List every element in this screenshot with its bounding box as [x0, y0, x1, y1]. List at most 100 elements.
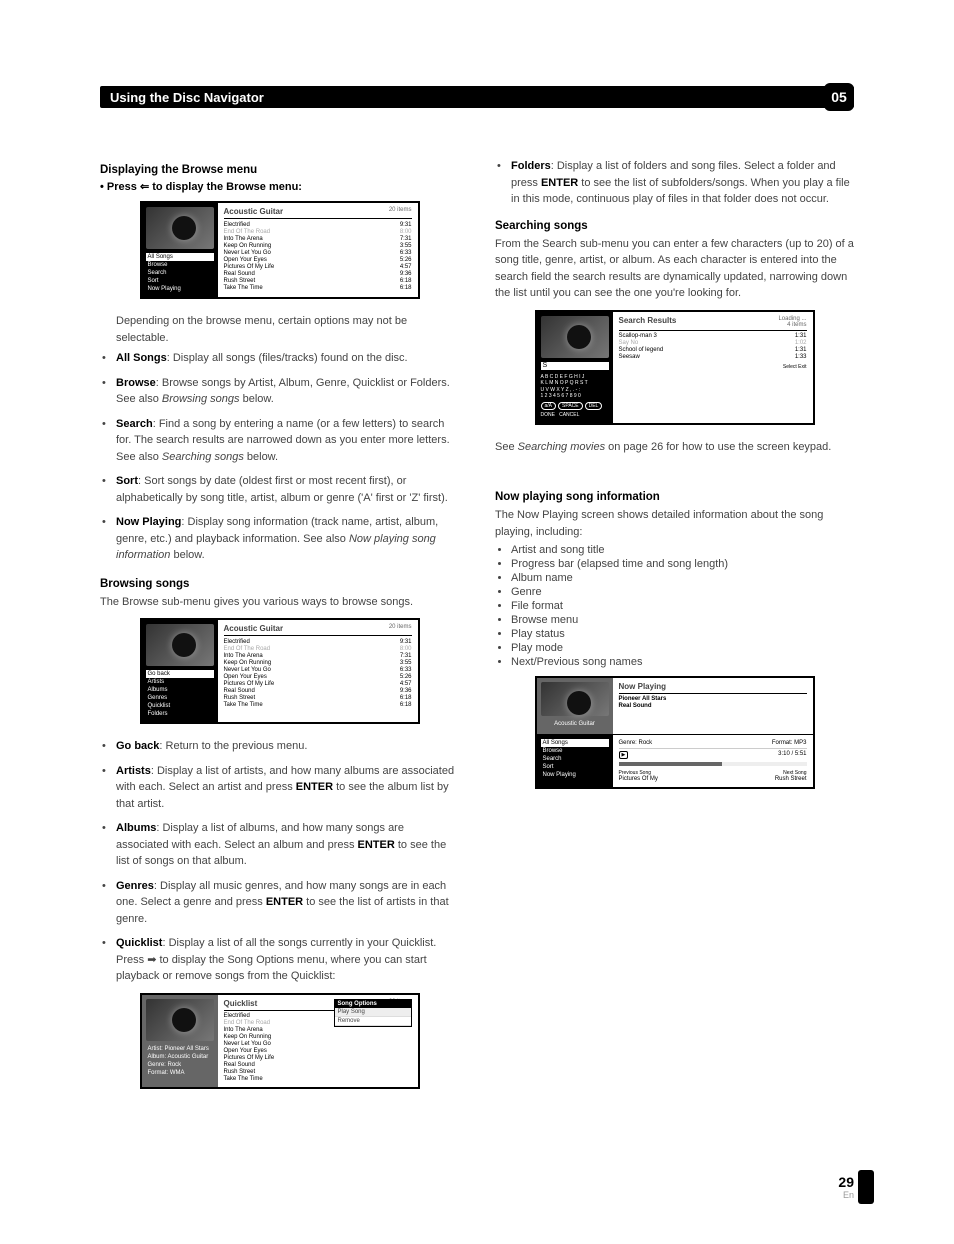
chapter-number: 05 — [824, 83, 854, 111]
song-row: Real Sound9:36 — [224, 687, 412, 694]
side-folders: Folders — [146, 710, 214, 718]
np-item: Genre — [511, 586, 854, 598]
kb-del-btn: DEL — [585, 402, 603, 411]
opt-search: Search: Find a song by entering a name (… — [106, 416, 459, 466]
step-press-post: to display the Browse menu: — [149, 181, 302, 193]
browsing-count: 20 items — [389, 624, 412, 633]
browsing-sub-screenshot: Go back Artists Albums Genres Quicklist … — [140, 618, 420, 724]
np-item: Progress bar (elapsed time and song leng… — [511, 558, 854, 570]
section-now-playing-info: Now playing song information — [495, 491, 854, 503]
np-item: Play mode — [511, 642, 854, 654]
content-columns: Displaying the Browse menu • Press ⇐ to … — [100, 158, 854, 1103]
np-item: Play status — [511, 628, 854, 640]
np-album-caption: Acoustic Guitar — [541, 720, 609, 728]
search-input-box: S — [541, 362, 609, 370]
chapter-bar: Using the Disc Navigator 05 — [100, 86, 854, 108]
step-press-browse: • Press ⇐ to display the Browse menu: — [100, 180, 459, 193]
opt-browse: Browse: Browse songs by Artist, Album, G… — [106, 375, 459, 408]
play-status-icon: ▶ — [619, 751, 629, 759]
side-now-playing: Now Playing — [146, 285, 214, 293]
np-side-browse: Browse — [541, 747, 609, 755]
opt-go-back: Go back: Return to the previous menu. — [106, 738, 459, 755]
browsing-main: Acoustic Guitar 20 items Electrified9:31… — [218, 620, 418, 722]
song-row: Rush Street — [224, 1069, 412, 1076]
song-row: Real Sound9:36 — [224, 270, 412, 277]
result-row: Say No1:02 — [619, 340, 807, 347]
side-quicklist: Quicklist — [146, 702, 214, 710]
side-meta: Album: Acoustic Guitar — [146, 1053, 214, 1061]
np-item: Album name — [511, 572, 854, 584]
side-meta: Format: WMA — [146, 1069, 214, 1077]
album-art-icon — [146, 999, 214, 1041]
search-title: Search Results — [619, 316, 677, 328]
browse-count: 20 items — [389, 207, 412, 216]
opt-folders: Folders: Display a list of folders and s… — [501, 158, 854, 208]
song-row: Into The Arena7:31 — [224, 652, 412, 659]
side-sort: Sort — [146, 277, 214, 285]
np-side-top: Acoustic Guitar — [537, 678, 613, 734]
album-art-icon — [541, 682, 609, 716]
kb-case-btn: a/A — [541, 402, 557, 411]
np-item: Browse menu — [511, 614, 854, 626]
np-time: 3:10 / 5:51 — [778, 751, 806, 759]
browse-note: Depending on the browse menu, certain op… — [116, 313, 459, 346]
opt-quicklist: Quicklist: Display a list of all the son… — [106, 935, 459, 985]
np-progress-row: ▶ 3:10 / 5:51 — [619, 751, 807, 760]
page-num-value: 29 — [838, 1174, 854, 1190]
song-row: Take The Time6:18 — [224, 701, 412, 708]
side-meta: Genre: Rock — [146, 1061, 214, 1069]
opt-now-playing: Now Playing: Display song information (t… — [106, 514, 459, 564]
quicklist-main: Quicklist 20 items Electrified End Of Th… — [218, 995, 418, 1087]
chapter-title: Using the Disc Navigator — [110, 90, 264, 105]
np-main-top: Now Playing Pioneer All Stars Real Sound — [613, 678, 813, 734]
opt-remove: Remove — [335, 1017, 411, 1026]
side-meta: Artist: Pioneer All Stars — [146, 1045, 214, 1053]
np-item: Next/Previous song names — [511, 656, 854, 668]
search-xref: See Searching movies on page 26 for how … — [495, 439, 854, 456]
song-row: Real Sound — [224, 1062, 412, 1069]
browse-side: All Songs Browse Search Sort Now Playing — [142, 203, 218, 297]
section-displaying-browse: Displaying the Browse menu — [100, 164, 459, 176]
quicklist-title: Quicklist — [224, 999, 258, 1008]
screen-keypad: A B C D E F G H I J K L M N O P Q R S T … — [541, 374, 609, 419]
song-row: Open Your Eyes5:26 — [224, 673, 412, 680]
return-icon: ⇐ — [140, 180, 149, 193]
np-prevnext-row: Previous Song Pictures Of My Next Song R… — [619, 770, 807, 783]
page-lang: En — [838, 1190, 854, 1200]
song-row: Electrified9:31 — [224, 638, 412, 645]
side-browse: Browse — [146, 261, 214, 269]
np-genre: Genre: Rock — [619, 740, 653, 746]
browse-menu-screenshot: All Songs Browse Search Sort Now Playing… — [140, 201, 420, 299]
np-side-search: Search — [541, 755, 609, 763]
side-genres: Genres — [146, 694, 214, 702]
searching-intro: From the Search sub-menu you can enter a… — [495, 236, 854, 302]
side-tab — [858, 1170, 874, 1204]
now-playing-list: Artist and song title Progress bar (elap… — [495, 544, 854, 668]
song-row: Open Your Eyes5:26 — [224, 256, 412, 263]
song-row: Open Your Eyes — [224, 1048, 412, 1055]
np-prev-song: Pictures Of My — [619, 776, 658, 782]
song-row: Never Let You Go — [224, 1041, 412, 1048]
left-column: Displaying the Browse menu • Press ⇐ to … — [100, 158, 459, 1103]
browsing-options-list: Go back: Return to the previous menu. Ar… — [100, 738, 459, 985]
opt-all-songs: All Songs: Display all songs (files/trac… — [106, 350, 459, 367]
np-side-all-songs: All Songs — [541, 739, 609, 747]
np-next-song: Rush Street — [775, 776, 807, 782]
song-row: Keep On Running3:55 — [224, 242, 412, 249]
np-title: Now Playing — [619, 682, 667, 691]
browse-title: Acoustic Guitar — [224, 207, 284, 216]
kb-space-btn: SPACE — [558, 402, 583, 411]
browsing-title: Acoustic Guitar — [224, 624, 284, 633]
opt-sort: Sort: Sort songs by date (oldest first o… — [106, 473, 459, 506]
song-row: Take The Time6:18 — [224, 284, 412, 291]
song-options-panel: Song Options Play Song Remove — [334, 999, 412, 1027]
song-row: Pictures Of My Life4:57 — [224, 263, 412, 270]
browse-main: Acoustic Guitar 20 items Electrified9:31… — [218, 203, 418, 297]
np-side-bottom: All Songs Browse Search Sort Now Playing — [537, 735, 613, 787]
side-go-back: Go back — [146, 670, 214, 678]
song-row: Rush Street6:18 — [224, 694, 412, 701]
browsing-side: Go back Artists Albums Genres Quicklist … — [142, 620, 218, 722]
opt-artists: Artists: Display a list of artists, and … — [106, 763, 459, 813]
opt-play-song: Play Song — [335, 1008, 411, 1017]
song-row: Pictures Of My Life — [224, 1055, 412, 1062]
